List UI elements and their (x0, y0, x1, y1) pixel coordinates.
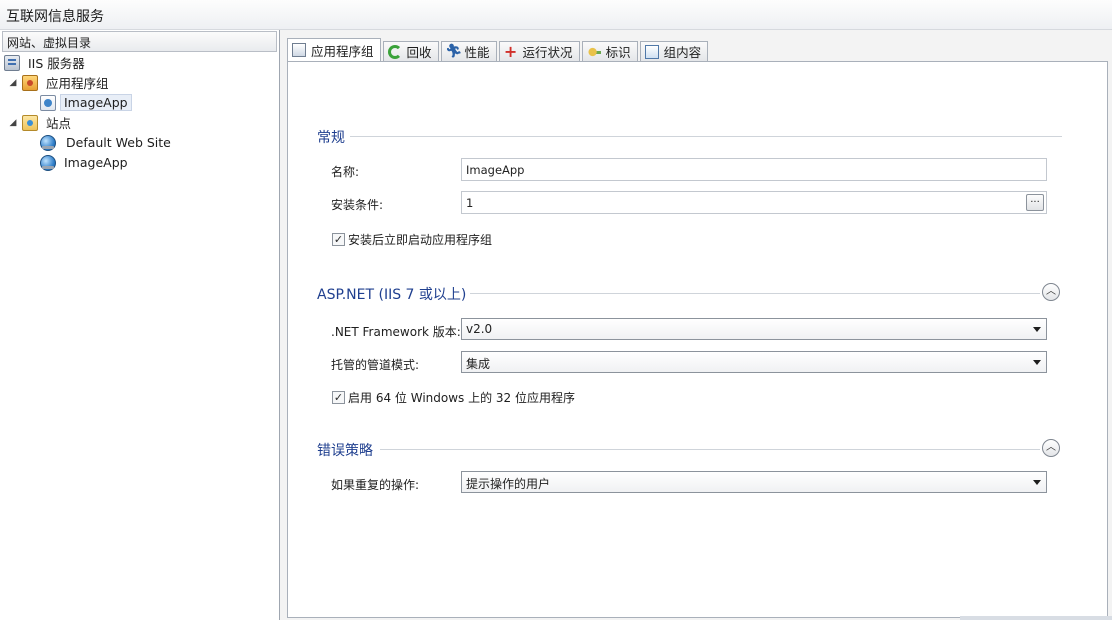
window-title: 互联网信息服务 (6, 9, 104, 25)
tab-label: 组内容 (663, 45, 702, 60)
tab-panel: 常规 名称: ImageApp 安装条件: 1 ... ✓ 安装后立即启动应用程… (287, 61, 1108, 618)
collapse-aspnet-button[interactable]: ︿ (1042, 283, 1060, 301)
enable-32bit-checkbox[interactable]: ✓ 启用 64 位 Windows 上的 32 位应用程序 (332, 389, 575, 406)
section-title-aspnet: ASP.NET (IIS 7 或以上) (317, 287, 467, 303)
tab-health[interactable]: + 运行状况 (498, 41, 580, 61)
identity-key-icon (586, 44, 601, 59)
framework-version-select[interactable]: v2.0 (461, 318, 1047, 340)
section-title-error-policy: 错误策略 (317, 443, 373, 459)
tree-item-imageapp-pool[interactable]: ImageApp (40, 93, 132, 112)
chevron-down-icon (1033, 360, 1041, 365)
properties-pane: 应用程序组 回收 🏃︎ 性能 + 运行状况 标识 组内容 常规 名称: Imag… (283, 30, 1112, 620)
tree-header: 网站、虚拟目录 (2, 31, 277, 52)
app-pool-icon (292, 43, 306, 57)
tree-item-sites[interactable]: ◢ 站点 (8, 113, 75, 132)
tree-item-label: 站点 (46, 116, 72, 131)
repeat-action-select[interactable]: 提示操作的用户 (461, 471, 1047, 493)
install-condition-field[interactable]: 1 (461, 191, 1047, 214)
chevron-down-icon (1033, 480, 1041, 485)
framework-version-label: .NET Framework 版本: (331, 325, 461, 339)
globe-icon (40, 134, 56, 151)
expand-arrow-icon[interactable]: ◢ (8, 118, 18, 128)
select-value: 提示操作的用户 (466, 477, 551, 491)
pipeline-mode-label: 托管的管道模式: (331, 358, 420, 372)
pipeline-mode-select[interactable]: 集成 (461, 351, 1047, 373)
tab-label: 标识 (605, 45, 631, 60)
tree-header-label: 网站、虚拟目录 (7, 36, 92, 50)
tab-label: 性能 (464, 45, 490, 60)
horizontal-scrollbar[interactable] (960, 616, 1112, 620)
expand-arrow-icon[interactable]: ◢ (8, 78, 18, 88)
section-divider (350, 136, 1062, 137)
section-divider (470, 293, 1040, 294)
app-pool-icon (40, 94, 56, 111)
tree-item-label: IIS 服务器 (28, 56, 85, 71)
tab-app-pool[interactable]: 应用程序组 (287, 38, 381, 61)
select-value: 集成 (466, 357, 491, 371)
tree-item-label: 应用程序组 (46, 76, 109, 91)
checkbox-checked-icon[interactable]: ✓ (332, 391, 345, 404)
tree-item-label: Default Web Site (66, 135, 171, 150)
start-after-install-checkbox[interactable]: ✓ 安装后立即启动应用程序组 (332, 231, 492, 248)
section-title-general: 常规 (317, 130, 345, 146)
recycle-icon (387, 44, 402, 59)
checkbox-label: 安装后立即启动应用程序组 (348, 233, 493, 247)
sites-folder-icon (22, 114, 38, 131)
server-icon (4, 54, 20, 71)
tab-group-content[interactable]: 组内容 (639, 41, 709, 61)
tab-strip: 应用程序组 回收 🏃︎ 性能 + 运行状况 标识 组内容 (287, 38, 710, 61)
tree-item-label: ImageApp (60, 94, 132, 111)
tab-label: 回收 (406, 45, 432, 60)
collapse-error-policy-button[interactable]: ︿ (1042, 439, 1060, 457)
select-value: v2.0 (466, 322, 493, 336)
section-divider (380, 449, 1040, 450)
tab-label: 运行状况 (522, 45, 573, 60)
tree-item-default-web-site[interactable]: Default Web Site (40, 133, 175, 152)
name-field[interactable]: ImageApp (461, 158, 1047, 181)
install-condition-label: 安装条件: (331, 198, 384, 212)
tab-performance[interactable]: 🏃︎ 性能 (440, 41, 497, 61)
health-icon: + (503, 41, 518, 61)
group-content-icon (644, 44, 659, 59)
name-label: 名称: (331, 165, 360, 179)
title-bar: 互联网信息服务 (0, 0, 1112, 30)
tree-item-iis-server[interactable]: IIS 服务器 (4, 53, 89, 72)
tab-recycle[interactable]: 回收 (382, 41, 439, 61)
tab-label: 应用程序组 (311, 43, 374, 59)
tree-item-app-pools[interactable]: ◢ 应用程序组 (8, 73, 113, 92)
left-pane: 网站、虚拟目录 IIS 服务器 ◢ 应用程序组 ImageApp ◢ 站点 De… (0, 30, 280, 620)
globe-icon (40, 154, 56, 171)
repeat-action-label: 如果重复的操作: (331, 478, 420, 492)
performance-icon: 🏃︎ (445, 43, 463, 59)
chevron-down-icon (1033, 327, 1041, 332)
app-pool-folder-icon (22, 74, 38, 91)
checkbox-label: 启用 64 位 Windows 上的 32 位应用程序 (348, 391, 575, 405)
tree-item-imageapp-site[interactable]: ImageApp (40, 153, 132, 172)
tree-item-label: ImageApp (64, 155, 128, 170)
browse-button[interactable]: ... (1026, 194, 1044, 211)
checkbox-checked-icon[interactable]: ✓ (332, 233, 345, 246)
tab-identity[interactable]: 标识 (581, 41, 638, 61)
